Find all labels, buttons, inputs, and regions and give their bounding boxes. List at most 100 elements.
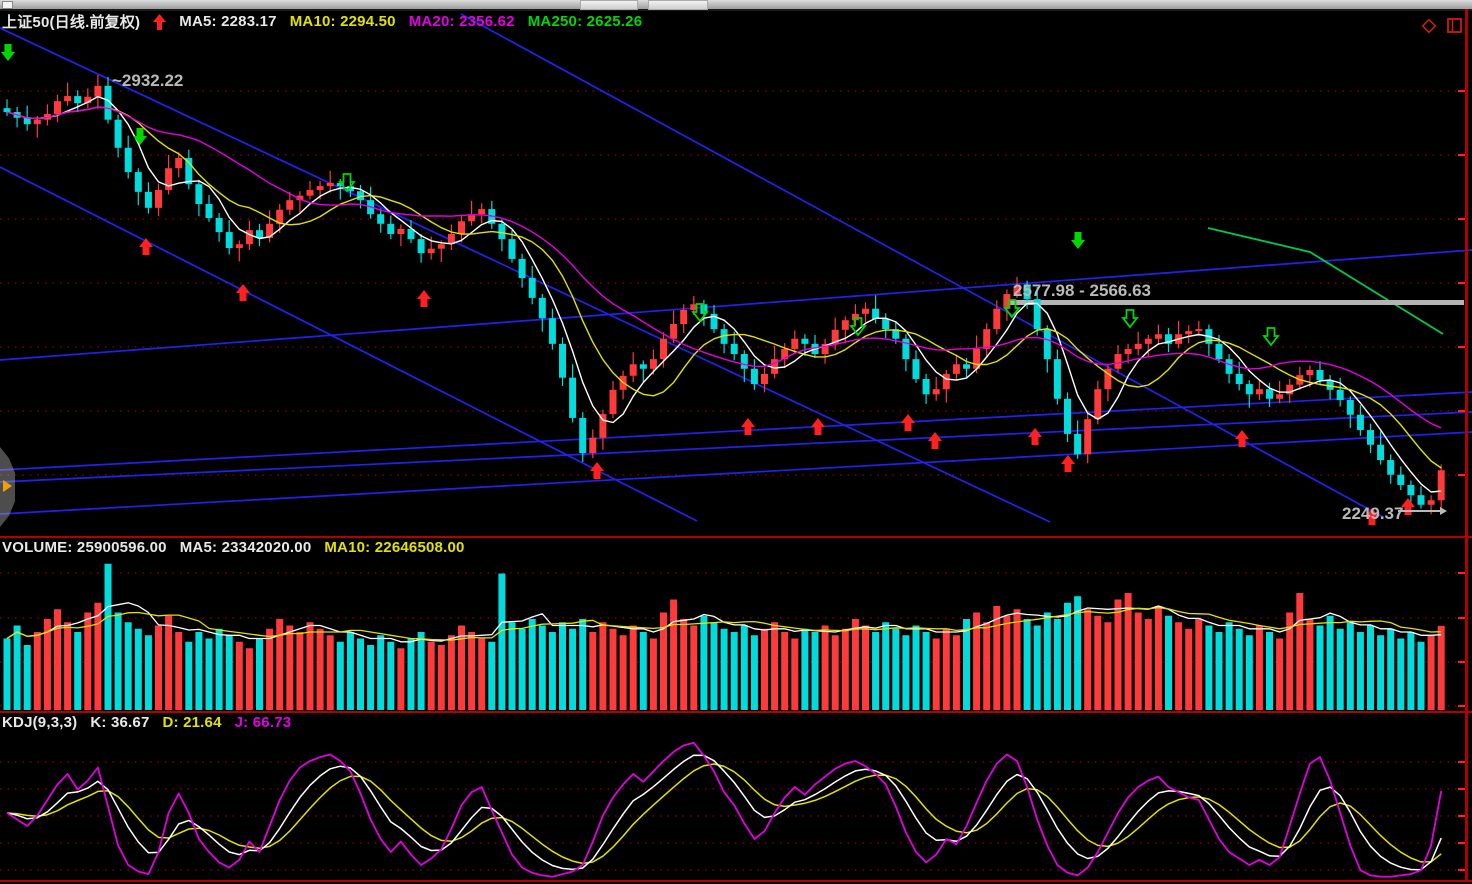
volume-bar xyxy=(529,619,536,710)
candle-body xyxy=(559,344,566,378)
volume-bar xyxy=(993,606,1000,710)
sell-signal-arrow xyxy=(1071,232,1085,249)
volume-bar xyxy=(902,635,909,710)
kdj-indicator-name[interactable]: KDJ(9,3,3) xyxy=(2,714,77,731)
volume-bar xyxy=(589,632,596,710)
candle-body xyxy=(155,190,162,208)
candle-body xyxy=(1155,334,1162,338)
volume-bar xyxy=(1428,635,1435,710)
candle-body xyxy=(751,369,758,384)
candle-body xyxy=(498,224,505,239)
volume-bar xyxy=(266,629,273,710)
volume-bar xyxy=(680,619,687,710)
volume-bar xyxy=(1256,626,1263,711)
price-ma20-line xyxy=(7,107,1441,428)
candle-body xyxy=(923,379,930,394)
volume-bar xyxy=(539,626,546,711)
candle-body xyxy=(387,224,394,234)
volume-bar xyxy=(822,626,829,711)
volume-bar xyxy=(1438,626,1445,710)
volume-bar xyxy=(1246,635,1253,710)
candle-body xyxy=(569,378,576,418)
candle-body xyxy=(226,232,233,248)
candle-body xyxy=(983,329,990,349)
candle-body xyxy=(1428,500,1435,504)
candle-body xyxy=(1226,359,1233,374)
sell-signal-arrow xyxy=(1,44,15,61)
candle-body xyxy=(1094,389,1101,419)
volume-bar xyxy=(1296,593,1303,710)
candle-body xyxy=(1115,354,1122,369)
candle-body xyxy=(236,244,243,248)
sell-signal-arrow-hollow xyxy=(851,318,865,335)
volume-bar xyxy=(286,626,293,711)
volume-bar xyxy=(1337,629,1344,710)
volume-bar xyxy=(1175,622,1182,710)
volume-bar xyxy=(1014,609,1021,710)
volume-bar xyxy=(509,622,516,710)
candle-body xyxy=(317,186,324,190)
volume-bar xyxy=(640,632,647,710)
buy-signal-arrow xyxy=(590,462,604,479)
symbol-title[interactable]: 上证50(日线.前复权) xyxy=(2,11,140,32)
trendline-blue-4 xyxy=(0,392,1472,470)
candle-body xyxy=(1064,399,1071,434)
kdj-k-value: K: 36.67 xyxy=(90,714,149,731)
candle-body xyxy=(1317,370,1324,380)
candle-body xyxy=(862,309,869,314)
volume-bar xyxy=(852,619,859,710)
buy-signal-arrow xyxy=(417,290,431,307)
diamond-icon[interactable] xyxy=(1420,17,1438,35)
restore-window-icon[interactable] xyxy=(1446,17,1464,35)
trading-app-window: ~2932.222577.98 - 2566.632249.37 上证50(日线… xyxy=(0,0,1472,884)
volume-bar xyxy=(1094,616,1101,710)
candle-body xyxy=(579,418,586,453)
volume-bar xyxy=(185,642,192,710)
volume-bar xyxy=(579,619,586,710)
ma250-line xyxy=(1208,228,1443,334)
volume-bar xyxy=(206,639,213,711)
volume-bar xyxy=(731,632,738,710)
buy-signal-arrow xyxy=(236,284,250,301)
volume-bar xyxy=(155,626,162,711)
volume-bar xyxy=(832,635,839,710)
volume-bar xyxy=(1155,606,1162,710)
candle-body xyxy=(135,172,142,192)
volume-bar xyxy=(953,635,960,710)
buy-signal-arrow xyxy=(811,418,825,435)
candle-body xyxy=(1367,430,1374,445)
candle-body xyxy=(1306,370,1313,375)
volume-bar xyxy=(1418,642,1425,710)
volume-bar xyxy=(1317,626,1324,711)
kdj-pane-header: KDJ(9,3,3) K: 36.67 D: 21.64 J: 66.73 xyxy=(2,714,291,731)
ma5-value: MA5: 2283.17 xyxy=(179,13,276,30)
candle-body xyxy=(741,354,748,369)
candle-body xyxy=(94,86,101,97)
sell-signal-arrow-hollow xyxy=(1264,328,1278,345)
volume-bar xyxy=(1054,619,1061,710)
candle-body xyxy=(933,389,940,394)
chart-canvas: ~2932.222577.98 - 2566.632249.37 xyxy=(0,0,1472,884)
candle-body xyxy=(953,364,960,374)
volume-bar xyxy=(711,622,718,710)
candle-body xyxy=(256,230,263,238)
volume-bar xyxy=(1034,626,1041,711)
volume-bar xyxy=(812,632,819,710)
volume-bar xyxy=(1044,613,1051,711)
ma20-value: MA20: 2356.62 xyxy=(409,13,515,30)
volume-bar xyxy=(307,622,314,710)
candle-body xyxy=(145,192,152,208)
volume-bar xyxy=(408,639,415,711)
candle-body xyxy=(529,278,536,298)
candle-body xyxy=(993,309,1000,329)
low-pointer-arrowhead xyxy=(1440,507,1447,515)
main-chart-header: 上证50(日线.前复权) MA5: 2283.17 MA10: 2294.50 … xyxy=(2,11,642,32)
volume-bar xyxy=(105,564,112,710)
price-ma10-line xyxy=(7,107,1441,468)
candle-body xyxy=(1266,389,1273,399)
volume-bar xyxy=(428,642,435,710)
candle-body xyxy=(1387,460,1394,475)
volume-bar xyxy=(478,639,485,711)
volume-bar xyxy=(1185,629,1192,710)
volume-bar xyxy=(397,648,404,710)
